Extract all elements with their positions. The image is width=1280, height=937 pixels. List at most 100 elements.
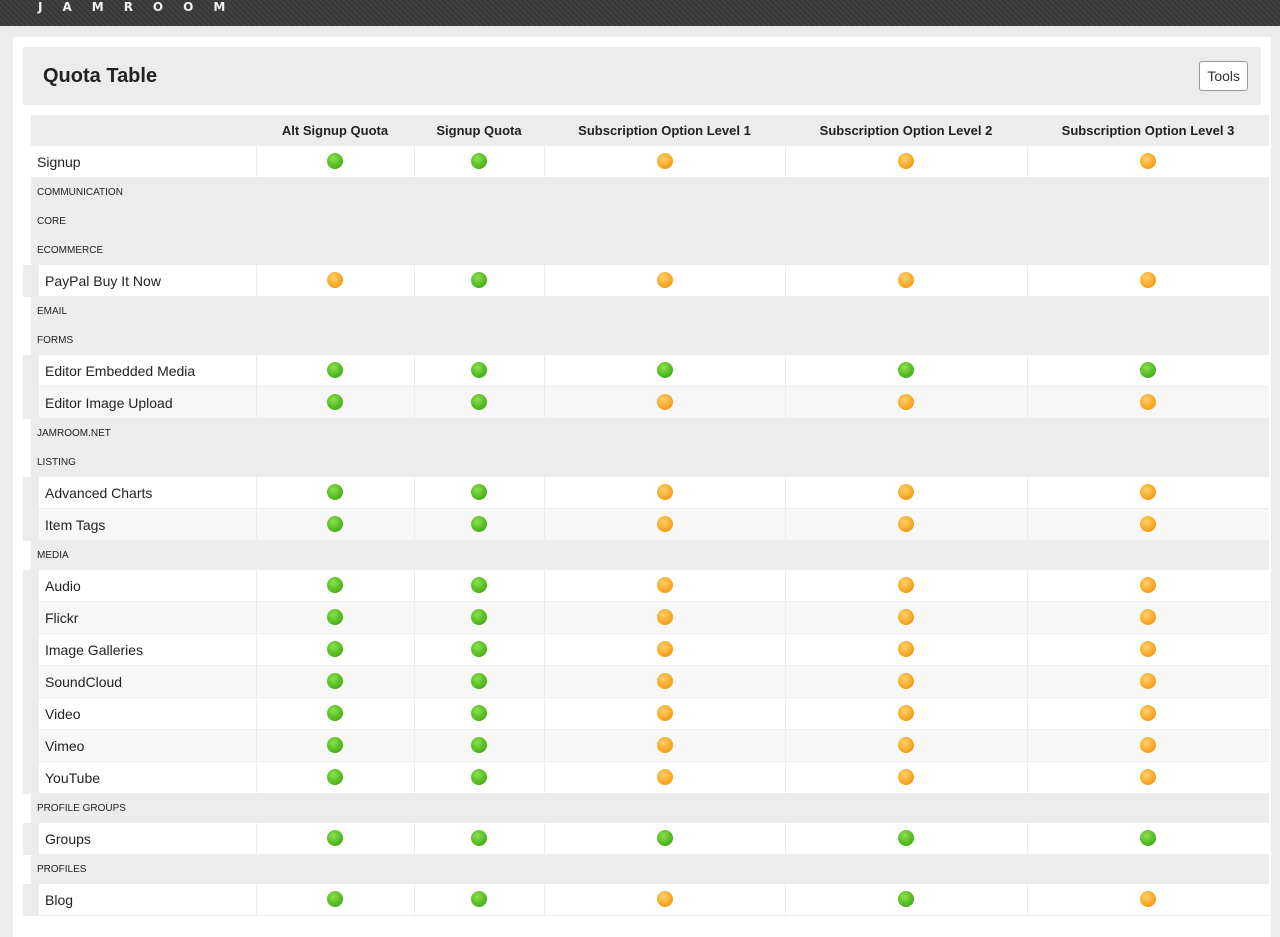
- quota-cell[interactable]: [1027, 477, 1269, 509]
- quota-cell[interactable]: [1027, 265, 1269, 297]
- quota-cell[interactable]: [544, 386, 786, 419]
- quota-cell[interactable]: [414, 665, 545, 698]
- quota-cell[interactable]: [1027, 355, 1269, 387]
- quota-cell[interactable]: [414, 146, 545, 178]
- quota-cell[interactable]: [785, 146, 1028, 178]
- jamroom-logo[interactable]: JAMROOM: [38, 0, 245, 14]
- quota-cell[interactable]: [414, 508, 545, 541]
- quota-cell[interactable]: [414, 884, 545, 916]
- quota-cell[interactable]: [1027, 697, 1269, 730]
- row-label: SoundCloud: [23, 665, 257, 698]
- quota-cell[interactable]: [414, 355, 545, 387]
- quota-cell[interactable]: [785, 633, 1028, 666]
- inactive-status-icon: [656, 153, 673, 170]
- active-status-icon: [471, 577, 487, 594]
- section-row: Listing: [31, 448, 1269, 477]
- active-status-icon: [471, 673, 487, 690]
- quota-cell[interactable]: [414, 823, 545, 855]
- quota-cell[interactable]: [414, 265, 545, 297]
- quota-cell[interactable]: [256, 729, 415, 762]
- quota-cell[interactable]: [544, 729, 786, 762]
- quota-cell[interactable]: [256, 146, 415, 178]
- table-row: Video: [23, 697, 1269, 730]
- quota-cell[interactable]: [785, 884, 1028, 916]
- quota-cell[interactable]: [1027, 146, 1269, 178]
- quota-cell[interactable]: [544, 697, 786, 730]
- active-status-icon: [471, 484, 487, 501]
- quota-cell[interactable]: [256, 884, 415, 916]
- page-title: Quota Table: [43, 65, 158, 87]
- quota-cell[interactable]: [785, 386, 1028, 419]
- quota-cell[interactable]: [544, 146, 786, 178]
- quota-cell[interactable]: [1027, 386, 1269, 419]
- quota-cell[interactable]: [256, 761, 415, 794]
- quota-cell[interactable]: [414, 570, 545, 602]
- quota-cell[interactable]: [785, 761, 1028, 794]
- row-label: Blog: [23, 884, 257, 916]
- inactive-status-icon: [1140, 609, 1157, 626]
- quota-cell[interactable]: [544, 633, 786, 666]
- row-label: Groups: [23, 823, 257, 855]
- table-header-row: Alt Signup Quota Signup Quota Subscripti…: [31, 115, 1269, 146]
- quota-cell[interactable]: [785, 823, 1028, 855]
- quota-cell[interactable]: [414, 477, 545, 509]
- quota-cell[interactable]: [544, 601, 786, 634]
- quota-cell[interactable]: [414, 633, 545, 666]
- quota-cell[interactable]: [1027, 633, 1269, 666]
- quota-cell[interactable]: [785, 508, 1028, 541]
- quota-cell[interactable]: [414, 729, 545, 762]
- quota-cell[interactable]: [256, 601, 415, 634]
- quota-cell[interactable]: [785, 601, 1028, 634]
- quota-cell[interactable]: [414, 761, 545, 794]
- section-row: Profiles: [31, 854, 1269, 884]
- quota-cell[interactable]: [1027, 823, 1269, 855]
- quota-cell[interactable]: [785, 665, 1028, 698]
- quota-cell[interactable]: [785, 355, 1028, 387]
- quota-cell[interactable]: [785, 265, 1028, 297]
- quota-cell[interactable]: [256, 508, 415, 541]
- inactive-status-icon: [656, 769, 673, 786]
- quota-cell[interactable]: [256, 665, 415, 698]
- quota-cell[interactable]: [544, 823, 786, 855]
- quota-cell[interactable]: [544, 570, 786, 602]
- quota-cell[interactable]: [785, 729, 1028, 762]
- table-row: Flickr: [23, 601, 1269, 634]
- quota-cell[interactable]: [1027, 665, 1269, 698]
- table-row: Groups: [23, 823, 1269, 855]
- quota-cell[interactable]: [544, 355, 786, 387]
- quota-cell[interactable]: [1027, 729, 1269, 762]
- quota-cell[interactable]: [256, 633, 415, 666]
- quota-cell[interactable]: [414, 601, 545, 634]
- quota-cell[interactable]: [544, 761, 786, 794]
- quota-cell[interactable]: [256, 570, 415, 602]
- tools-button[interactable]: Tools: [1199, 61, 1248, 91]
- quota-cell[interactable]: [1027, 508, 1269, 541]
- quota-cell[interactable]: [256, 265, 415, 297]
- quota-cell[interactable]: [414, 386, 545, 419]
- quota-cell[interactable]: [544, 265, 786, 297]
- quota-cell[interactable]: [256, 697, 415, 730]
- quota-cell[interactable]: [785, 570, 1028, 602]
- quota-cell[interactable]: [785, 477, 1028, 509]
- section-row: Email: [31, 296, 1269, 326]
- quota-cell[interactable]: [1027, 601, 1269, 634]
- quota-cell[interactable]: [256, 477, 415, 509]
- active-status-icon: [327, 153, 343, 170]
- quota-cell[interactable]: [544, 884, 786, 916]
- quota-cell[interactable]: [256, 386, 415, 419]
- quota-cell[interactable]: [544, 508, 786, 541]
- quota-cell[interactable]: [1027, 570, 1269, 602]
- quota-cell[interactable]: [256, 355, 415, 387]
- quota-cell[interactable]: [544, 665, 786, 698]
- inactive-status-icon: [1140, 153, 1157, 170]
- quota-cell[interactable]: [785, 697, 1028, 730]
- quota-cell[interactable]: [414, 697, 545, 730]
- section-label: Jamroom.net: [31, 418, 1269, 448]
- quota-cell[interactable]: [256, 823, 415, 855]
- row-label: Flickr: [23, 601, 257, 634]
- quota-cell[interactable]: [544, 477, 786, 509]
- inactive-status-icon: [898, 769, 914, 786]
- quota-cell[interactable]: [1027, 884, 1269, 916]
- section-label: Profiles: [31, 854, 1269, 884]
- quota-cell[interactable]: [1027, 761, 1269, 794]
